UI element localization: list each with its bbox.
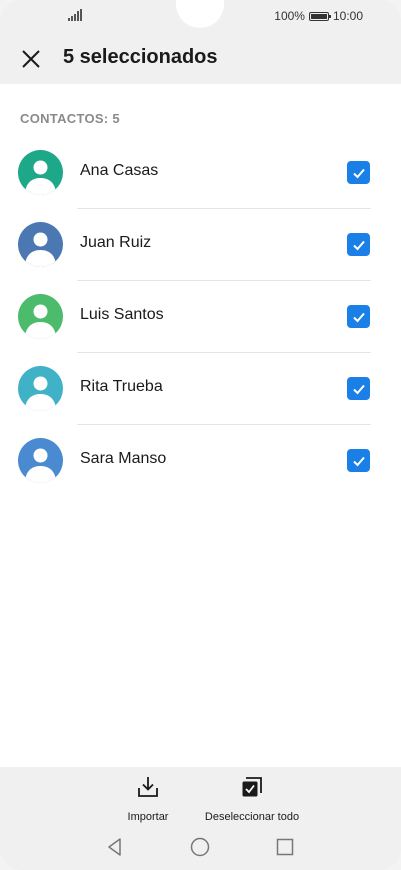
contact-name: Ana Casas — [80, 162, 159, 179]
status-bar: 100% 10:00 — [0, 0, 401, 34]
page-title: 5 seleccionados — [63, 46, 218, 68]
person-icon — [18, 438, 63, 483]
deselect-all-button[interactable]: Deseleccionar todo — [202, 775, 302, 823]
check-icon — [352, 456, 365, 466]
deselect-all-label: Deseleccionar todo — [204, 811, 300, 823]
bottom-action-bar: Importar Deseleccionar todo — [0, 767, 401, 870]
signal-icon — [68, 9, 82, 21]
import-icon — [138, 777, 158, 797]
contact-row[interactable]: Luis Santos — [0, 281, 401, 353]
home-icon[interactable] — [188, 835, 212, 859]
checkbox[interactable] — [347, 233, 370, 256]
avatar — [18, 222, 63, 267]
contact-row[interactable]: Sara Manso — [0, 425, 401, 497]
section-label: CONTACTOS: 5 — [20, 111, 120, 126]
camera-notch — [176, 0, 224, 28]
checkbox[interactable] — [347, 305, 370, 328]
checkbox[interactable] — [347, 377, 370, 400]
contact-row[interactable]: Juan Ruiz — [0, 209, 401, 281]
phone-screen: 100% 10:00 5 seleccionados CONTACTOS: 5 — [0, 0, 401, 870]
header: 5 seleccionados — [0, 34, 401, 84]
person-icon — [18, 366, 63, 411]
contact-list-panel: CONTACTOS: 5 Ana Casas Juan Ruiz Luis Sa… — [0, 84, 401, 767]
avatar — [18, 366, 63, 411]
avatar — [18, 438, 63, 483]
system-nav-bar — [0, 827, 401, 867]
check-icon — [352, 168, 365, 178]
contact-name: Luis Santos — [80, 306, 164, 323]
back-icon[interactable] — [103, 835, 127, 859]
avatar — [18, 150, 63, 195]
contact-row[interactable]: Rita Trueba — [0, 353, 401, 425]
battery-percent: 100% — [274, 9, 305, 23]
contact-name: Juan Ruiz — [80, 234, 152, 251]
check-icon — [352, 240, 365, 250]
close-icon — [22, 50, 40, 68]
clock: 10:00 — [332, 9, 363, 23]
import-button[interactable]: Importar — [124, 775, 172, 823]
check-icon — [352, 312, 365, 322]
person-icon — [18, 150, 63, 195]
checkbox[interactable] — [347, 449, 370, 472]
recents-icon[interactable] — [273, 835, 297, 859]
person-icon — [18, 222, 63, 267]
checkbox[interactable] — [347, 161, 370, 184]
contact-list: Ana Casas Juan Ruiz Luis Santos Rita Tru… — [0, 137, 401, 497]
contact-name: Rita Trueba — [80, 378, 163, 395]
status-right: 100% 10:00 — [274, 9, 363, 23]
contact-name: Sara Manso — [80, 450, 167, 467]
contact-row[interactable]: Ana Casas — [0, 137, 401, 209]
import-label: Importar — [127, 811, 169, 823]
deselect-all-icon — [242, 777, 262, 797]
check-icon — [352, 384, 365, 394]
avatar — [18, 294, 63, 339]
close-button[interactable] — [16, 44, 46, 74]
person-icon — [18, 294, 63, 339]
battery-icon — [308, 11, 331, 21]
